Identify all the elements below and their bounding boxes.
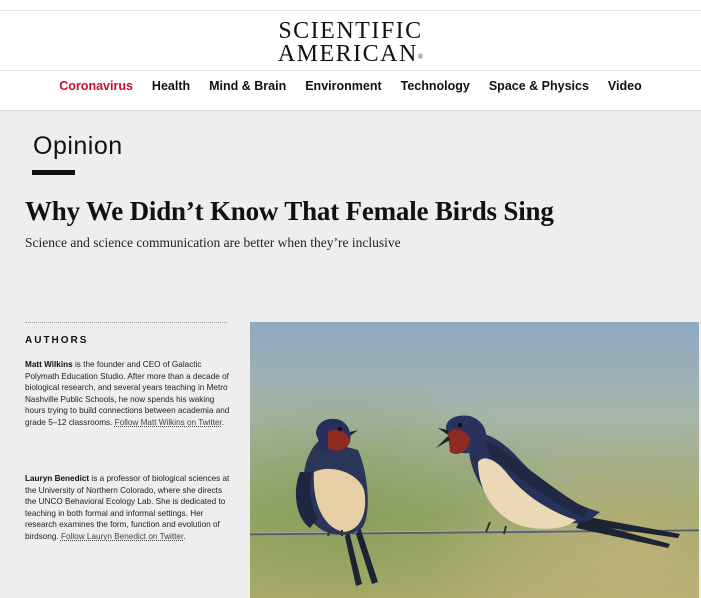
logo-line-2: AMERICAN <box>277 41 418 67</box>
nav-item-health[interactable]: Health <box>152 79 190 93</box>
nav-item-mind-brain[interactable]: Mind & Brain <box>209 79 286 93</box>
author-name: Lauryn Benedict <box>25 474 90 483</box>
nav-item-environment[interactable]: Environment <box>305 79 381 93</box>
author-bio-text: is a professor of biological sciences at… <box>25 474 230 541</box>
nav-item-space-physics[interactable]: Space & Physics <box>489 79 589 93</box>
author-twitter-link[interactable]: Follow Lauryn Benedict on Twitter <box>61 532 183 541</box>
logo-line-1: SCIENTIFIC <box>278 18 423 44</box>
section-label[interactable]: Opinion <box>33 132 123 161</box>
section-underline <box>32 170 75 175</box>
hero-image <box>250 322 699 598</box>
authors-divider <box>25 322 227 323</box>
nav-item-coronavirus[interactable]: Coronavirus <box>59 79 133 93</box>
article-dek: Science and science communication are be… <box>25 235 401 250</box>
author-twitter-link[interactable]: Follow Matt Wilkins on Twitter <box>115 418 222 427</box>
author-bio: Matt Wilkins is the founder and CEO of G… <box>25 360 230 427</box>
site-logo[interactable]: SCIENTIFIC AMERICAN® <box>0 18 701 69</box>
nav-divider <box>0 70 701 71</box>
nav-item-video[interactable]: Video <box>608 79 642 93</box>
top-divider <box>0 10 701 11</box>
author-bio: Lauryn Benedict is a professor of biolog… <box>25 474 230 541</box>
author-name: Matt Wilkins <box>25 360 73 369</box>
nav-item-technology[interactable]: Technology <box>401 79 470 93</box>
authors-heading: AUTHORS <box>25 335 89 346</box>
main-nav: Coronavirus Health Mind & Brain Environm… <box>0 79 701 93</box>
author-bio-text: is the founder and CEO of Galactic Polym… <box>25 360 230 427</box>
registered-mark: ® <box>417 53 424 61</box>
article-headline: Why We Didn’t Know That Female Birds Sin… <box>25 196 554 226</box>
